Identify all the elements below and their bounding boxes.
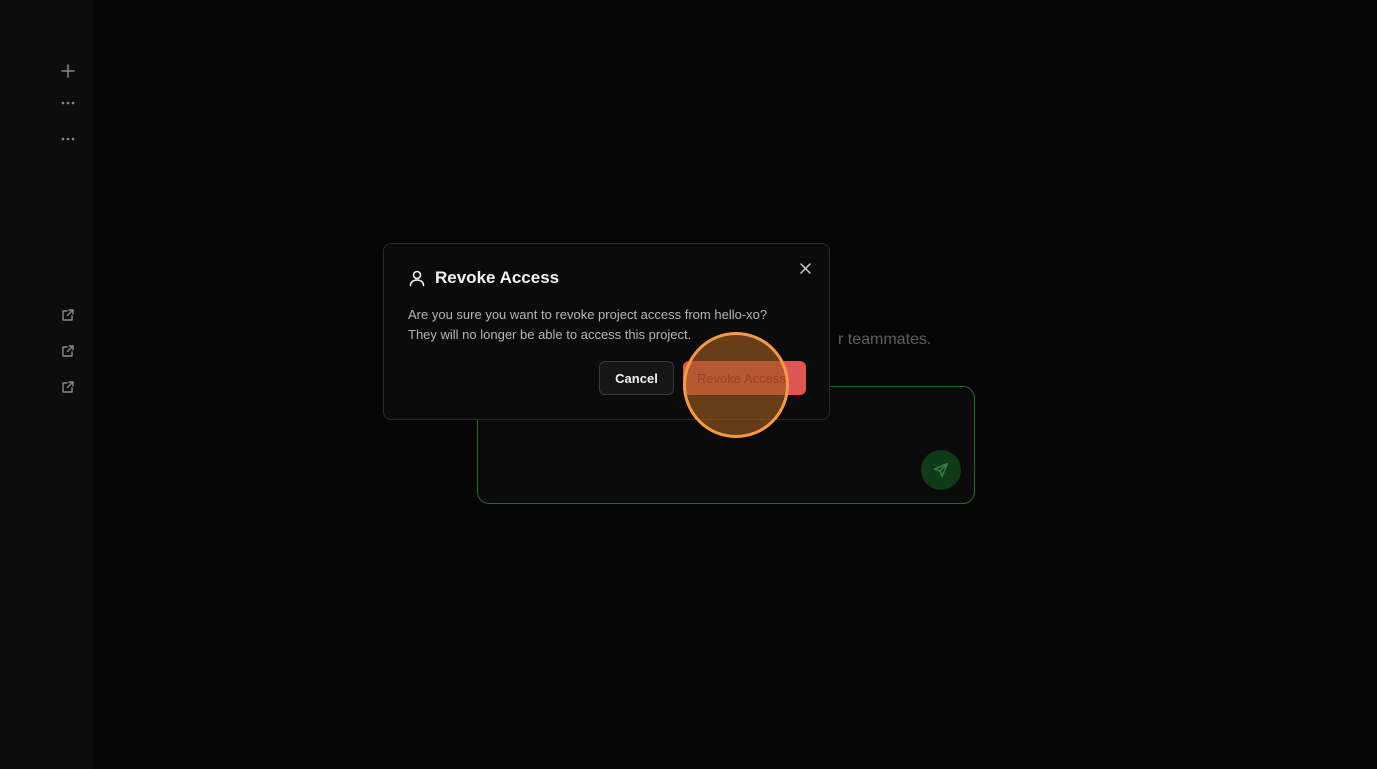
user-icon	[408, 269, 426, 287]
cancel-button[interactable]: Cancel	[599, 361, 674, 395]
dialog-message-line1: Are you sure you want to revoke project …	[408, 307, 768, 322]
dialog-header: Revoke Access	[408, 268, 559, 288]
dialog-message: Are you sure you want to revoke project …	[408, 305, 808, 345]
app-window: r teammates. Revoke Access Are you sure …	[0, 0, 1377, 769]
dialog-title: Revoke Access	[435, 268, 560, 287]
revoke-access-button[interactable]: Revoke Access	[683, 361, 806, 395]
revoke-access-dialog: Revoke Access Are you sure you want to r…	[383, 243, 830, 420]
dialog-message-line2: They will no longer be able to access th…	[408, 327, 692, 342]
close-icon[interactable]	[795, 258, 815, 278]
